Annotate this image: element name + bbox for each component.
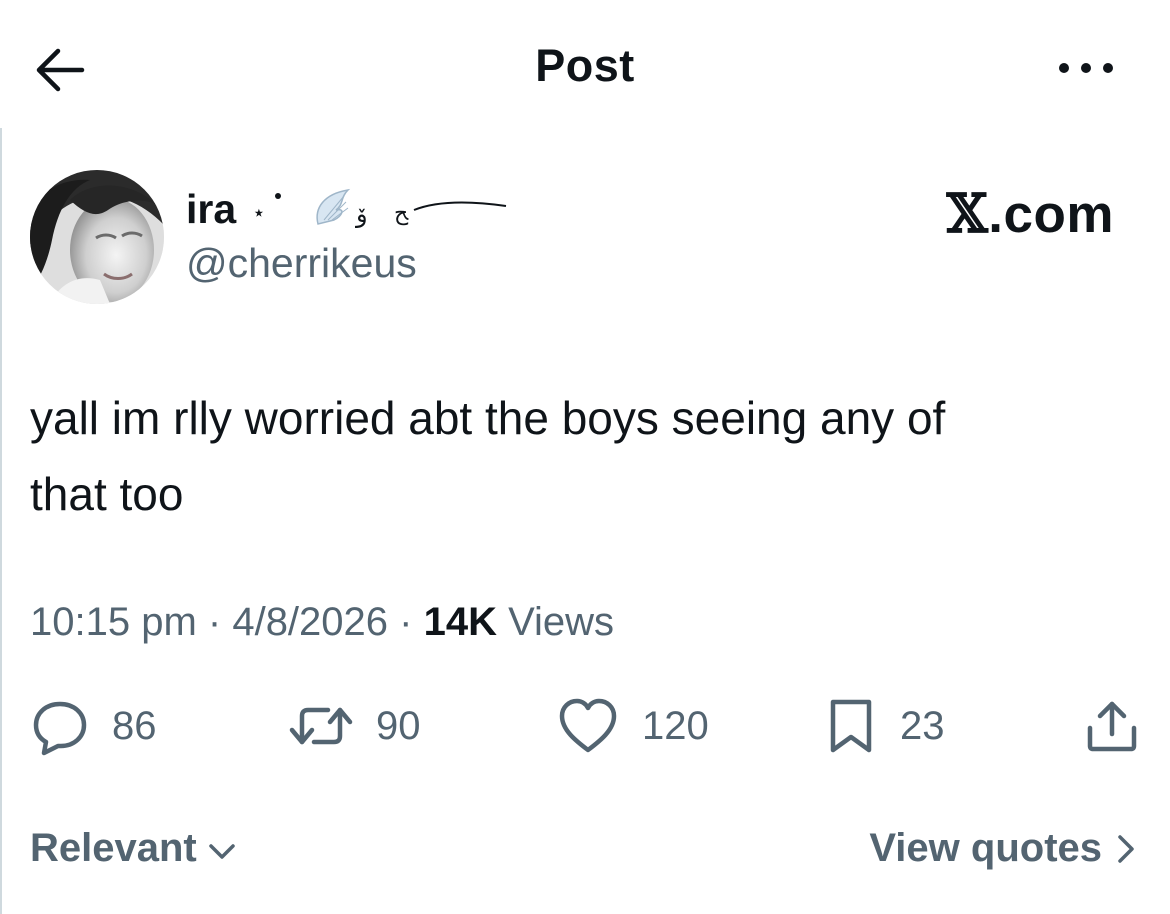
more-horizontal-icon [1059,63,1113,73]
svg-text:ﺢ: ﺢ [394,201,409,226]
svg-text:⋆: ⋆ [252,201,266,226]
bookmark-icon [830,699,872,753]
repost-button[interactable]: 90 [288,696,421,756]
brand-watermark: 𝕏.com [947,183,1114,245]
repost-count: 90 [376,703,421,748]
repost-icon [289,707,353,745]
chevron-right-icon [1118,834,1134,863]
views-count: 14K [423,600,497,644]
svg-text:ﯙ: ﯙ [355,200,368,228]
like-count: 120 [642,703,709,748]
tweet-meta: 10:15 pm · 4/8/2026 · 14K Views [30,600,614,645]
sort-replies-dropdown[interactable]: Relevant [30,826,237,871]
chevron-down-icon [209,843,235,859]
display-name-row[interactable]: ira ⋆ ﯙ ﺢ [186,184,514,234]
avatar-photo [30,170,164,304]
view-quotes-label: View quotes [869,826,1102,870]
tweet-text-line: yall im rlly worried abt the boys seeing… [30,392,946,444]
heart-icon [559,698,617,753]
post-time[interactable]: 10:15 pm [30,600,197,644]
share-icon [1087,701,1137,752]
x-logo: 𝕏 [946,183,989,245]
tweet-text-line: that too [30,468,184,520]
meta-separator: · [196,600,233,644]
reply-button[interactable]: 86 [30,696,157,756]
view-quotes-link[interactable]: View quotes [869,826,1136,871]
name-decoration-emoji: ⋆ ﯙ ﺢ [252,188,507,228]
top-bar: Post [0,0,1170,128]
left-border [0,128,2,914]
reply-icon [33,701,87,756]
share-button[interactable] [1082,696,1142,756]
meta-separator: · [388,600,424,644]
views-label: Views [496,600,615,644]
more-options-button[interactable] [1054,48,1118,88]
avatar[interactable] [30,170,164,304]
page-title: Post [535,40,635,91]
bookmark-button[interactable]: 23 [824,696,945,756]
like-button[interactable]: 120 [556,696,709,756]
reply-count: 86 [112,703,157,748]
display-name: ira [186,185,237,232]
bookmark-count: 23 [900,703,945,748]
user-handle[interactable]: @cherrikeus [186,240,417,287]
brand-suffix: .com [988,185,1114,244]
post-date[interactable]: 4/8/2026 [232,600,388,644]
tweet-text: yall im rlly worried abt the boys seeing… [30,380,1110,532]
sort-label: Relevant [30,826,197,870]
